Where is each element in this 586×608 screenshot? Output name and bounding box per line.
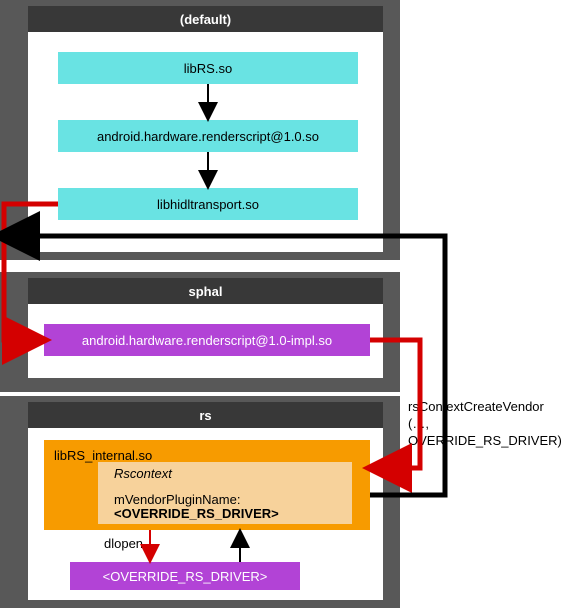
header-rs: rs — [28, 402, 383, 428]
header-sphal: sphal — [28, 278, 383, 304]
node-hidl-label: libhidltransport.so — [157, 197, 259, 212]
node-orsd: <OVERRIDE_RS_DRIVER> — [70, 562, 300, 590]
node-libRS-label: libRS.so — [184, 61, 232, 76]
node-hwrs: android.hardware.renderscript@1.0.so — [58, 120, 358, 152]
node-orsd-label: <OVERRIDE_RS_DRIVER> — [103, 569, 268, 584]
label-call: rsContextCreateVendor(…, OVERRIDE_RS_DRI… — [408, 398, 586, 449]
node-impl: android.hardware.renderscript@1.0-impl.s… — [44, 324, 370, 356]
node-hwrs-label: android.hardware.renderscript@1.0.so — [97, 129, 319, 144]
rscontext-field: mVendorPluginName: — [114, 492, 240, 507]
node-libRS: libRS.so — [58, 52, 358, 84]
rscontext-title: Rscontext — [114, 466, 172, 481]
header-default: (default) — [28, 6, 383, 32]
header-rs-label: rs — [199, 408, 211, 423]
header-sphal-label: sphal — [189, 284, 223, 299]
node-rscontext: Rscontext mVendorPluginName: <OVERRIDE_R… — [98, 462, 352, 524]
node-libRSint-label: libRS_internal.so — [54, 448, 152, 463]
header-default-label: (default) — [180, 12, 231, 27]
rscontext-value: <OVERRIDE_RS_DRIVER> — [114, 506, 279, 521]
node-hidl: libhidltransport.so — [58, 188, 358, 220]
label-dlopen: dlopen — [104, 536, 143, 551]
node-impl-label: android.hardware.renderscript@1.0-impl.s… — [82, 333, 332, 348]
